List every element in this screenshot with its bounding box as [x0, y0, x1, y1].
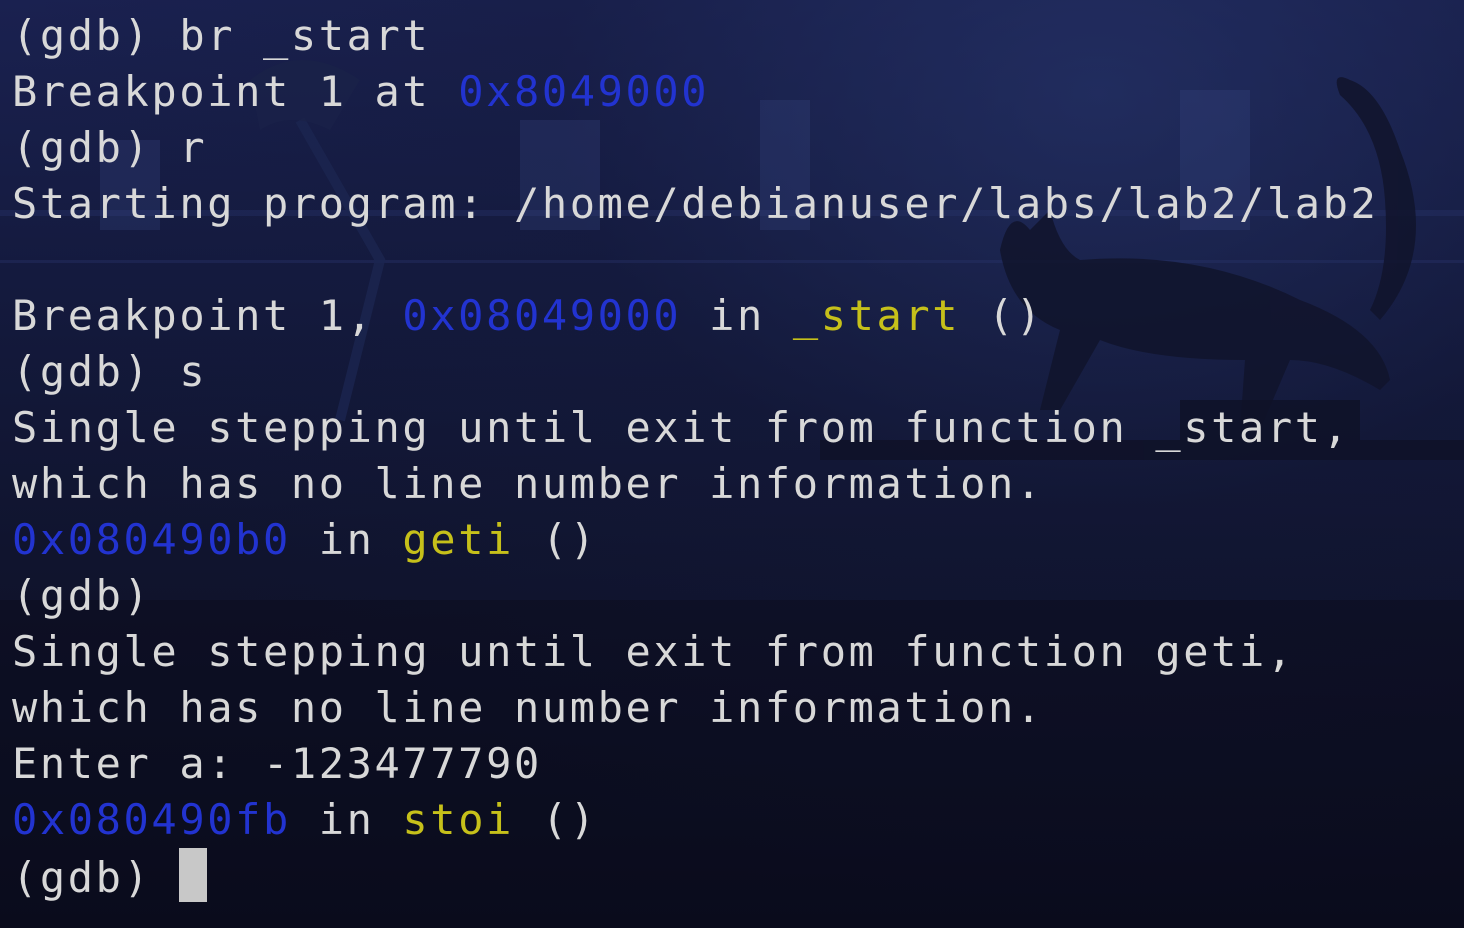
- terminal-line: which has no line number information.: [12, 456, 1464, 512]
- output-text: (): [960, 291, 1044, 340]
- output-text: Breakpoint 1 at: [12, 67, 459, 116]
- terminal-line: which has no line number information.: [12, 680, 1464, 736]
- prompt-line[interactable]: (gdb): [12, 848, 1464, 904]
- output-text: (gdb) s: [12, 347, 208, 396]
- function-name: geti: [402, 515, 514, 564]
- terminal-line: 0x080490fb in stoi (): [12, 792, 1464, 848]
- function-name: _start: [792, 291, 961, 340]
- output-text: (): [513, 515, 598, 564]
- output-text: Single stepping until exit from function…: [12, 627, 1295, 676]
- output-text: in: [290, 515, 403, 564]
- memory-address: 0x8049000: [458, 67, 710, 116]
- terminal-line: Single stepping until exit from function…: [12, 624, 1464, 680]
- terminal-line: 0x080490b0 in geti (): [12, 512, 1464, 568]
- output-text: which has no line number information.: [12, 459, 1044, 508]
- gdb-prompt: (gdb): [12, 853, 180, 902]
- output-text: Breakpoint 1,: [12, 291, 403, 340]
- function-name: stoi: [402, 795, 514, 844]
- terminal-window[interactable]: (gdb) br _start Breakpoint 1 at 0x8049000…: [0, 0, 1464, 928]
- memory-address: 0x08049000: [402, 291, 682, 340]
- output-text: Enter a: -123477790: [12, 739, 542, 788]
- terminal-line: (gdb) s: [12, 344, 1464, 400]
- terminal-line: Single stepping until exit from function…: [12, 400, 1464, 456]
- output-text: (): [513, 795, 598, 844]
- memory-address: 0x080490b0: [12, 515, 291, 564]
- output-text: Starting program: /home/debianuser/labs/…: [12, 179, 1379, 228]
- output-text: Single stepping until exit from function…: [12, 403, 1351, 452]
- terminal-line: (gdb) r: [12, 120, 1464, 176]
- output-text: which has no line number information.: [12, 683, 1044, 732]
- terminal-line: Breakpoint 1, 0x08049000 in _start (): [12, 288, 1464, 344]
- output-text: (gdb) r: [12, 123, 208, 172]
- memory-address: 0x080490fb: [12, 795, 291, 844]
- output-text: in: [681, 291, 793, 340]
- terminal-line: (gdb) br _start: [12, 8, 1464, 64]
- output-text: (gdb) br _start: [12, 11, 431, 60]
- output-text: in: [290, 795, 403, 844]
- output-text: (gdb): [12, 571, 152, 620]
- terminal-line: (gdb): [12, 568, 1464, 624]
- terminal-line: Breakpoint 1 at 0x8049000: [12, 64, 1464, 120]
- terminal-line: Starting program: /home/debianuser/labs/…: [12, 176, 1464, 232]
- text-cursor: [179, 848, 208, 902]
- terminal-output: (gdb) br _start Breakpoint 1 at 0x8049000…: [12, 8, 1464, 904]
- terminal-line: Enter a: -123477790: [12, 736, 1464, 792]
